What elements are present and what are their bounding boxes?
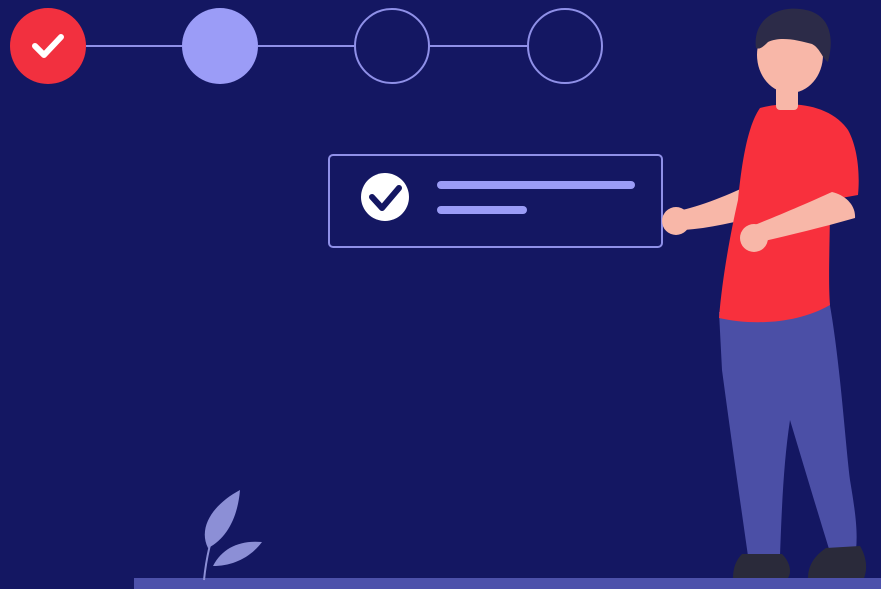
stepper — [10, 8, 603, 84]
step-2-current — [182, 8, 258, 84]
person-hand-front — [740, 224, 768, 252]
step-3-pending — [354, 8, 430, 84]
plant — [203, 490, 262, 581]
illustration-scene — [0, 0, 881, 589]
person-shoe-right — [808, 546, 867, 578]
person — [662, 8, 867, 578]
plant-leaf-2 — [213, 541, 262, 566]
progress-illustration — [10, 8, 881, 589]
card-text-line-long — [437, 181, 635, 189]
check-circle-icon — [361, 173, 409, 221]
card-text-line-short — [437, 206, 527, 214]
floor — [134, 578, 881, 589]
step-1-completed — [10, 8, 86, 84]
plant-leaf-1 — [204, 490, 240, 548]
person-shoe-left — [733, 554, 790, 578]
person-hand-back — [662, 207, 690, 235]
person-pants — [719, 300, 857, 556]
step-4-pending — [527, 8, 603, 84]
task-card — [328, 154, 663, 248]
